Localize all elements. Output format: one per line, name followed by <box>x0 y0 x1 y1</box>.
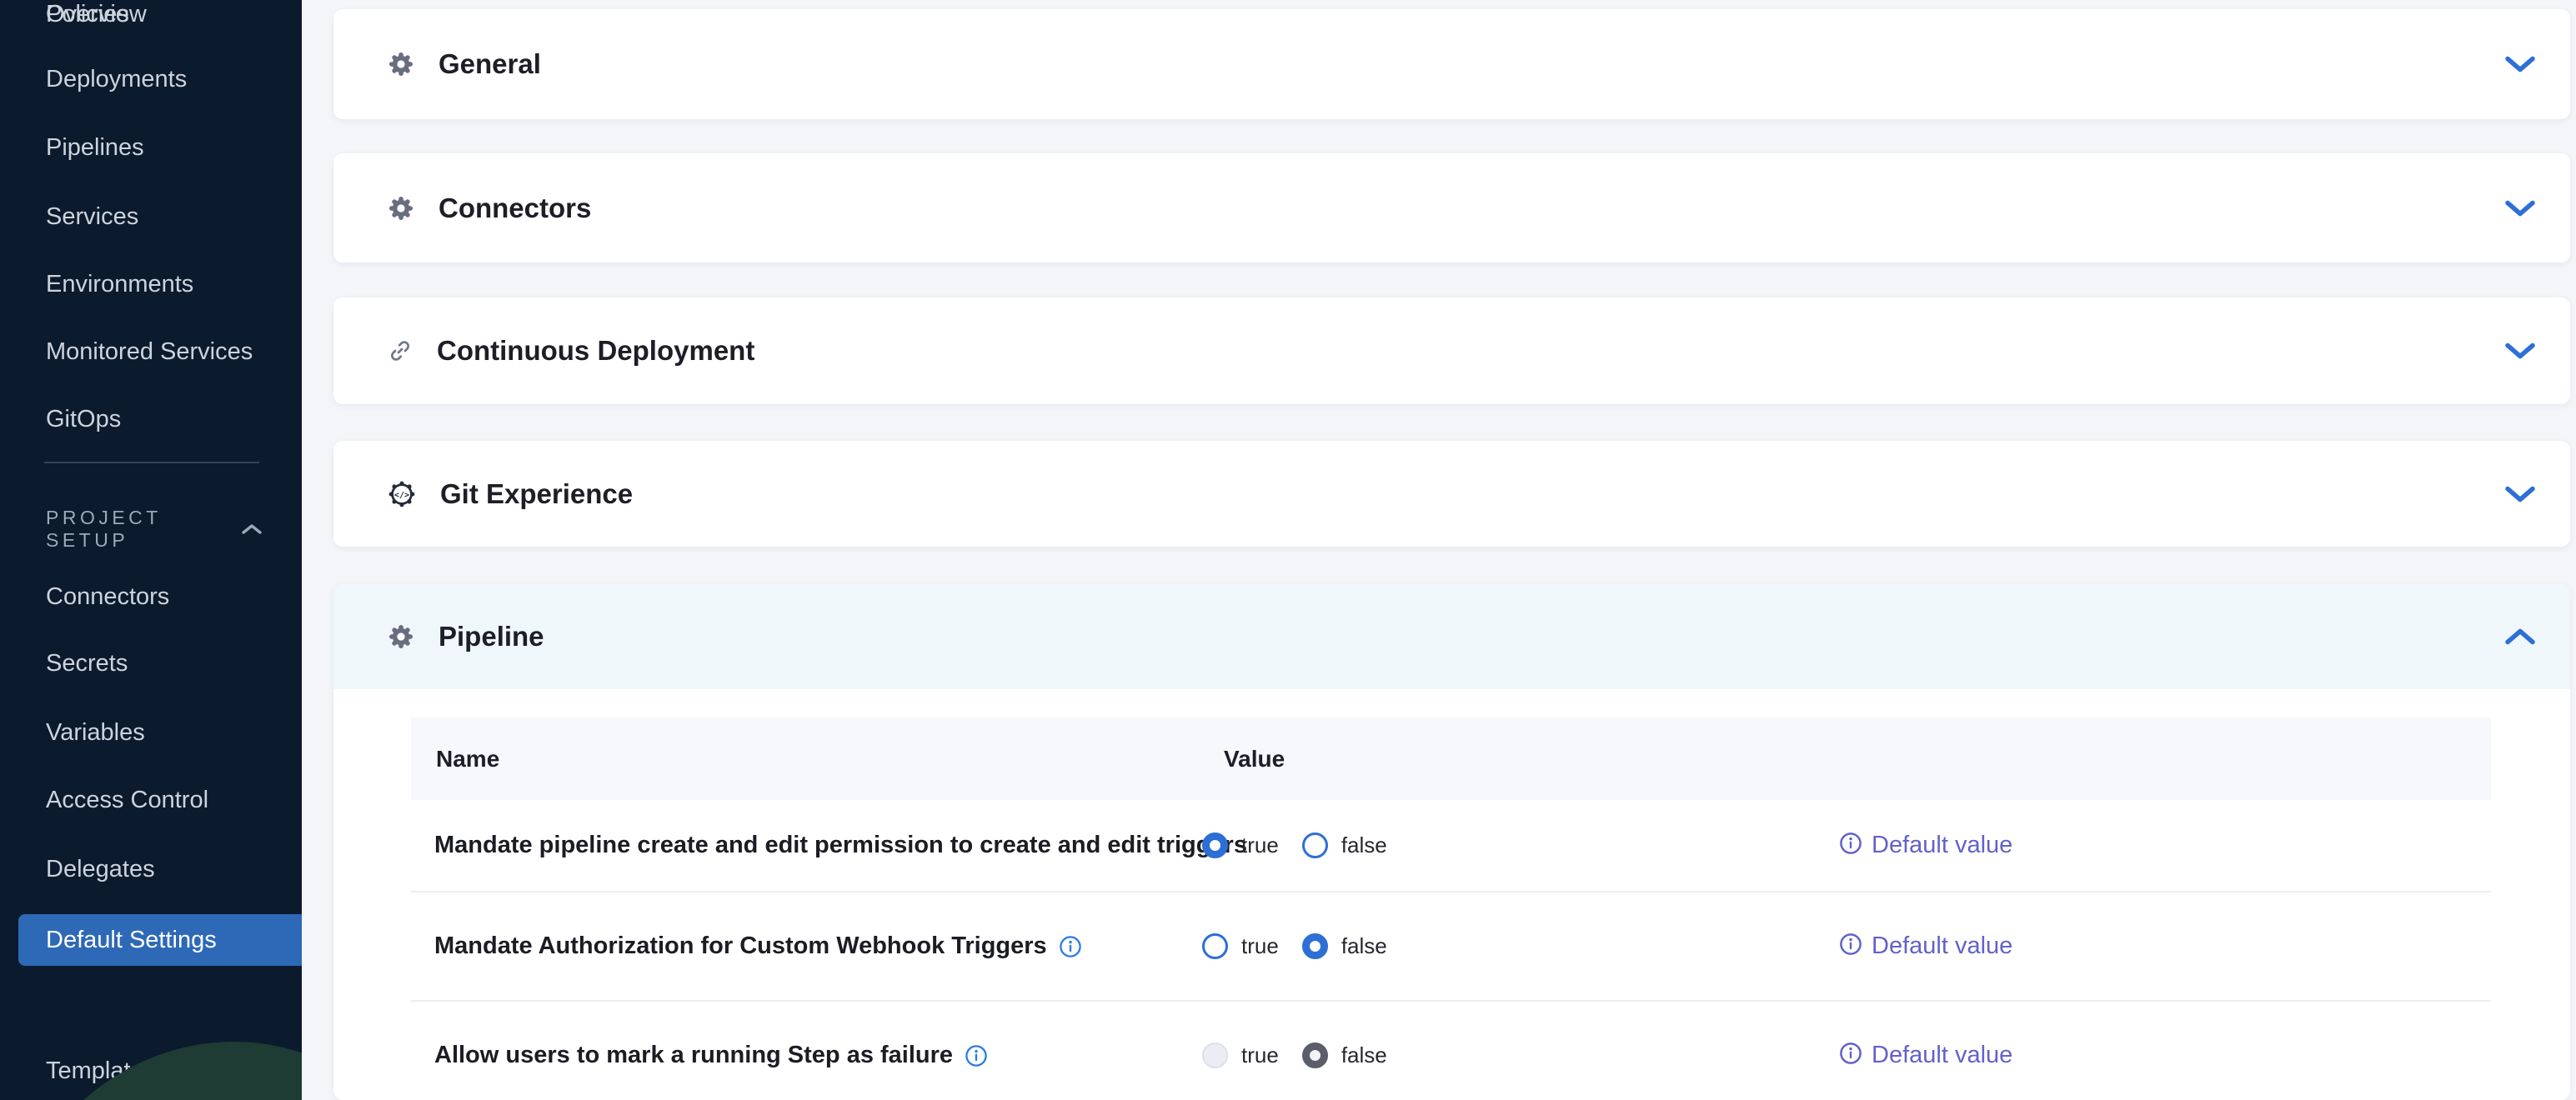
info-icon[interactable] <box>965 1044 988 1068</box>
radio-icon <box>1302 1042 1328 1068</box>
project-setup-label: PROJECT SETUP <box>46 507 241 552</box>
default-value-link[interactable]: Default value <box>1839 1042 2012 1069</box>
sidebar-item-monitored-services[interactable]: Monitored Services <box>46 338 253 366</box>
chevron-down-icon[interactable] <box>2504 342 2536 360</box>
gear-icon <box>387 194 415 222</box>
section-title: Continuous Deployment <box>437 335 754 367</box>
setting-row: Mandate pipeline create and edit permiss… <box>411 800 2491 891</box>
setting-row: Mandate Authorization for Custom Webhook… <box>411 891 2491 1000</box>
section-card-header[interactable]: General <box>333 9 2570 119</box>
section-card-header[interactable]: Connectors <box>333 153 2570 262</box>
radio-icon[interactable] <box>1302 832 1328 858</box>
info-icon <box>1839 932 1862 960</box>
sidebar-item-access-control[interactable]: Access Control <box>46 786 208 814</box>
section-card-git-experience: </> Git Experience <box>333 441 2570 547</box>
pipeline-settings-table: Name Value Mandate pipeline create and e… <box>411 718 2491 1100</box>
chevron-down-icon[interactable] <box>2504 199 2536 218</box>
sidebar-item-gitops[interactable]: GitOps <box>46 405 121 433</box>
section-card-header[interactable]: </> Git Experience <box>333 441 2570 547</box>
sidebar-item-environments[interactable]: Environments <box>46 270 193 298</box>
section-card-general: General <box>333 9 2570 119</box>
setting-name: Mandate Authorization for Custom Webhook… <box>411 932 1082 960</box>
section-card-header[interactable]: Pipeline <box>333 584 2570 689</box>
radio-icon[interactable] <box>1202 933 1228 959</box>
radio-option-false[interactable]: false <box>1302 832 1387 858</box>
info-icon <box>1839 1042 1862 1069</box>
info-icon[interactable] <box>1059 935 1082 958</box>
section-title: Pipeline <box>439 621 544 652</box>
sidebar-item-connectors[interactable]: Connectors <box>46 582 169 611</box>
sidebar-item-pipelines[interactable]: Pipelines <box>46 133 144 162</box>
sidebar-item-policies[interactable]: Policies <box>46 0 129 28</box>
sidebar-item-default-settings[interactable]: Default Settings <box>18 914 302 966</box>
radio-label: false <box>1341 1042 1387 1068</box>
column-header-value: Value <box>1224 746 1285 772</box>
default-value-label: Default value <box>1872 932 2012 960</box>
chevron-up-icon[interactable] <box>241 518 263 541</box>
radio-label: true <box>1241 933 1279 959</box>
radio-label: true <box>1241 832 1279 858</box>
chevron-down-icon[interactable] <box>2504 55 2536 73</box>
table-rows: Mandate pipeline create and edit permiss… <box>411 800 2491 1100</box>
sidebar-item-deployments[interactable]: Deployments <box>46 65 187 93</box>
settings-panel: General Connectors Continuous Deployment… <box>302 0 2576 1100</box>
radio-label: true <box>1241 1042 1279 1068</box>
radio-option-true[interactable]: true <box>1202 832 1279 858</box>
chevron-up-icon[interactable] <box>2504 628 2536 646</box>
svg-text:</>: </> <box>394 491 409 500</box>
sidebar-item-delegates[interactable]: Delegates <box>46 855 155 883</box>
radio-option-true: true <box>1202 1042 1279 1068</box>
radio-label: false <box>1341 933 1387 959</box>
section-card-pipeline: Pipeline Name Value Mandate pipeline cre… <box>333 584 2570 1100</box>
section-title: Connectors <box>439 192 591 224</box>
gear-code-icon: </> <box>387 479 417 509</box>
setting-row: Allow users to mark a running Step as fa… <box>411 1000 2491 1100</box>
chevron-down-icon[interactable] <box>2504 485 2536 503</box>
section-title: General <box>439 48 541 80</box>
radio-option-false[interactable]: false <box>1302 933 1387 959</box>
radio-icon[interactable] <box>1302 933 1328 959</box>
default-value-label: Default value <box>1872 1042 2012 1069</box>
info-icon <box>1839 832 1862 859</box>
default-value-label: Default value <box>1872 832 2012 859</box>
setting-name: Allow users to mark a running Step as fa… <box>411 1042 988 1069</box>
sidebar-item-variables[interactable]: Variables <box>46 718 145 747</box>
default-value-link[interactable]: Default value <box>1839 832 2012 859</box>
link-icon <box>387 338 413 364</box>
sidebar-item-secrets[interactable]: Secrets <box>46 649 128 678</box>
radio-group: true false <box>1202 1042 1411 1068</box>
sidebar-divider <box>44 462 259 463</box>
radio-label: false <box>1341 832 1387 858</box>
sidebar-section-project-setup[interactable]: PROJECT SETUP <box>46 507 263 552</box>
gear-icon <box>387 622 415 651</box>
sidebar-item-services[interactable]: Services <box>46 202 138 231</box>
section-card-continuous-deployment: Continuous Deployment <box>333 298 2570 404</box>
radio-group: true false <box>1202 933 1411 959</box>
section-card-connectors: Connectors <box>333 153 2570 262</box>
section-title: Git Experience <box>440 478 633 510</box>
radio-group: true false <box>1202 832 1411 858</box>
section-card-header[interactable]: Continuous Deployment <box>333 298 2570 404</box>
setting-name: Mandate pipeline create and edit permiss… <box>411 832 1247 859</box>
column-header-name: Name <box>411 746 499 772</box>
sidebar: OverviewDeploymentsPipelinesServicesEnvi… <box>0 0 302 1100</box>
table-header-row: Name Value <box>411 718 2491 800</box>
default-value-link[interactable]: Default value <box>1839 932 2012 960</box>
radio-option-false: false <box>1302 1042 1387 1068</box>
radio-icon <box>1202 1042 1228 1068</box>
gear-icon <box>387 50 415 78</box>
radio-option-true[interactable]: true <box>1202 933 1279 959</box>
radio-icon[interactable] <box>1202 832 1228 858</box>
